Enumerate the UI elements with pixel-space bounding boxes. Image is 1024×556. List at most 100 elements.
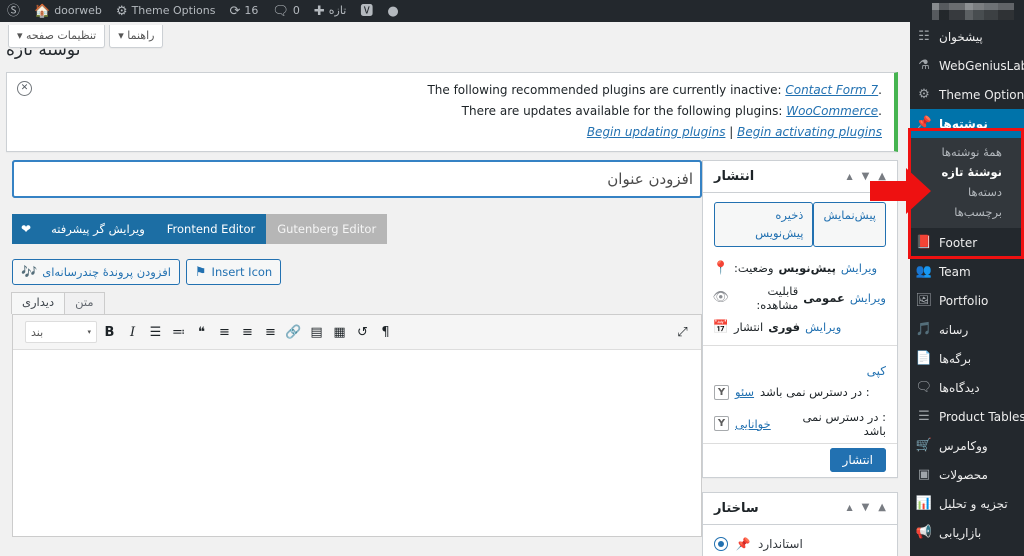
bold-icon[interactable]: B xyxy=(99,321,120,343)
sidebar-item-product-tables[interactable]: ☰ Product Tables xyxy=(910,402,1024,431)
sidebar-item-label: Footer xyxy=(939,235,978,250)
woo-icon: 🛒 xyxy=(915,438,932,453)
adminbar-comments[interactable]: 🗨 0 xyxy=(265,0,307,22)
sidebar-item-team[interactable]: 👥 Team xyxy=(910,257,1024,286)
adminbar-new-content[interactable]: ✚ تازه xyxy=(307,0,353,22)
sidebar-item-theme-options[interactable]: ⚙ Theme Options xyxy=(910,80,1024,109)
bulleted-list-icon[interactable]: ☰ xyxy=(145,321,166,343)
yoast-icon: 🆅 xyxy=(360,3,374,19)
insert-icon-button[interactable]: ⚑ Insert Icon xyxy=(185,259,282,285)
seo-link[interactable]: سئو xyxy=(735,385,754,399)
notice-line-updates: .There are updates available for the fol… xyxy=(19,104,882,118)
format-option-label: استاندارد xyxy=(758,536,803,551)
align-right-icon[interactable]: ≡ xyxy=(214,321,235,343)
adminbar-status-dot[interactable]: ● xyxy=(380,0,405,22)
adminbar-updates-count: 16 xyxy=(244,4,259,17)
yoast-icon: Y xyxy=(714,416,729,432)
adminbar-redacted-region xyxy=(925,0,1024,22)
sidebar-item-products[interactable]: ▣ محصولات xyxy=(910,460,1024,489)
sidebar-item-webgeniuslab[interactable]: ⚗ WebGeniusLab xyxy=(910,51,1024,80)
sidebar-item-dashboard[interactable]: ☷ پیشخوان xyxy=(910,22,1024,51)
sidebar-item-pages[interactable]: 📄 برگه‌ها xyxy=(910,344,1024,373)
tab-text[interactable]: متن xyxy=(64,292,105,314)
adminbar-updates[interactable]: ⟳ 16 xyxy=(222,0,265,22)
begin-activating-plugins-link[interactable]: Begin activating plugins xyxy=(737,125,882,139)
paragraph-format-select[interactable]: بند ▾ xyxy=(25,321,97,343)
notice-link-woocommerce[interactable]: WooCommerce xyxy=(786,104,878,118)
sidebar-item-comments[interactable]: 🗨 دیدگاه‌ها xyxy=(910,373,1024,402)
align-center-icon[interactable]: ≡ xyxy=(237,321,258,343)
spellcheck-icon[interactable]: ▦ xyxy=(329,321,350,343)
edit-schedule-link[interactable]: ویرایش xyxy=(805,320,841,334)
media-buttons-row: 🎶 افزودن پروندهٔ چندرسانه‌ای ⚑ Insert Ic… xyxy=(12,258,702,286)
blockquote-icon[interactable]: ❝ xyxy=(191,321,212,343)
sidebar-item-woocommerce[interactable]: 🛒 ووکامرس xyxy=(910,431,1024,460)
sidebar-item-marketing[interactable]: 📢 بازاریابی xyxy=(910,518,1024,547)
screen-options-button[interactable]: تنظیمات صفحه ▾ xyxy=(8,25,106,49)
adminbar-wp-logo[interactable]: Ⓢ xyxy=(0,0,27,22)
megaphone-icon: 📢 xyxy=(915,525,932,540)
preview-button[interactable]: پیش‌نمایش xyxy=(813,202,886,247)
chevron-down-icon[interactable]: ▼ xyxy=(862,171,870,182)
edit-visibility-link[interactable]: ویرایش xyxy=(850,291,886,305)
begin-updating-plugins-link[interactable]: Begin updating plugins xyxy=(587,125,726,139)
sidebar-item-label: Theme Options xyxy=(939,87,1024,102)
adminbar-yoast[interactable]: 🆅 xyxy=(353,0,380,22)
sidebar-item-media[interactable]: 🎵 رسانه xyxy=(910,315,1024,344)
post-title-input[interactable] xyxy=(12,160,702,198)
calendar-icon: 📅 xyxy=(712,319,729,335)
frontend-editor-button[interactable]: Frontend Editor xyxy=(155,214,267,244)
link-icon[interactable]: 🔗 xyxy=(283,321,304,343)
chevron-up-icon[interactable]: ▲ xyxy=(878,503,886,513)
dismiss-icon[interactable]: ✕ xyxy=(17,81,32,96)
order-icon[interactable]: ▲ xyxy=(846,504,852,512)
copy-link[interactable]: کپی xyxy=(867,364,886,378)
sidebar-item-posts[interactable]: 📌 نوشته‌ها xyxy=(910,109,1024,138)
order-icon[interactable]: ▲ xyxy=(846,172,852,181)
sidebar-subitem-all-posts[interactable]: همهٔ نوشته‌ها xyxy=(910,142,1024,162)
readability-link[interactable]: خوانایی xyxy=(735,417,771,431)
numbered-list-icon[interactable]: ≔ xyxy=(168,321,189,343)
add-media-button[interactable]: 🎶 افزودن پروندهٔ چندرسانه‌ای xyxy=(12,259,180,285)
edit-status-link[interactable]: ویرایش xyxy=(841,261,877,275)
toolbar-toggle-icon[interactable]: ¶ xyxy=(375,321,396,343)
portfolio-icon: 🖼 xyxy=(915,293,932,308)
radio-icon[interactable] xyxy=(714,536,728,551)
advanced-editor-label: ویرایش گر پیشرفته xyxy=(40,214,156,244)
list-icon: ☰ xyxy=(918,409,930,424)
notice-line-inactive: .The following recommended plugins are c… xyxy=(19,83,882,97)
save-draft-button[interactable]: ذخیره پیش‌نویس xyxy=(714,202,814,247)
sidebar-item-footer[interactable]: 📕 Footer xyxy=(910,228,1024,257)
sidebar-item-portfolio[interactable]: 🖼 Portfolio xyxy=(910,286,1024,315)
publish-metabox-header: انتشار ▲ ▼ ▲ xyxy=(703,161,897,193)
chevron-down-icon[interactable]: ▼ xyxy=(862,503,870,513)
post-visibility-value: عمومی xyxy=(803,290,845,305)
publish-metabox-title: انتشار xyxy=(714,169,755,184)
sidebar-subitem-new-post[interactable]: نوشتهٔ تازه xyxy=(910,162,1024,182)
book-icon: 📕 xyxy=(915,235,932,250)
pin-icon: 📌 xyxy=(915,116,932,131)
adminbar-site-name[interactable]: 🏠 doorweb xyxy=(27,0,109,22)
publish-button[interactable]: انتشار xyxy=(829,447,886,472)
align-left-icon[interactable]: ≡ xyxy=(260,321,281,343)
undo-icon[interactable]: ↺ xyxy=(352,321,373,343)
page-icon: 📄 xyxy=(915,351,932,366)
fullscreen-icon[interactable]: ⤢ xyxy=(672,321,693,343)
help-tab-button[interactable]: راهنما ▾ xyxy=(109,25,164,49)
adminbar-theme-options[interactable]: ⚙ Theme Options xyxy=(109,0,223,22)
media-icon: 🎵 xyxy=(915,322,932,337)
add-media-label: افزودن پروندهٔ چندرسانه‌ای xyxy=(42,265,171,279)
sidebar-subitem-tags[interactable]: برچسب‌ها xyxy=(910,202,1024,222)
notice-link-contact-form-7[interactable]: Contact Form 7 xyxy=(785,83,878,97)
chevron-up-icon[interactable]: ▲ xyxy=(878,171,886,182)
sidebar-subitem-categories[interactable]: دسته‌ها xyxy=(910,182,1024,202)
format-option-standard[interactable]: 📌 استاندارد xyxy=(714,534,886,554)
heart-icon: ❤ xyxy=(12,214,41,244)
sidebar-item-analytics[interactable]: 📊 تجزیه و تحلیل xyxy=(910,489,1024,518)
format-metabox-body: 📌 استاندارد 🖼 گالری ▶ xyxy=(703,525,897,556)
italic-icon[interactable]: I xyxy=(122,321,143,343)
gutenberg-editor-button[interactable]: Gutenberg Editor xyxy=(266,214,388,244)
tab-visual[interactable]: دیداری xyxy=(11,292,66,314)
editor-content-area[interactable] xyxy=(13,350,701,536)
read-more-icon[interactable]: ▤ xyxy=(306,321,327,343)
